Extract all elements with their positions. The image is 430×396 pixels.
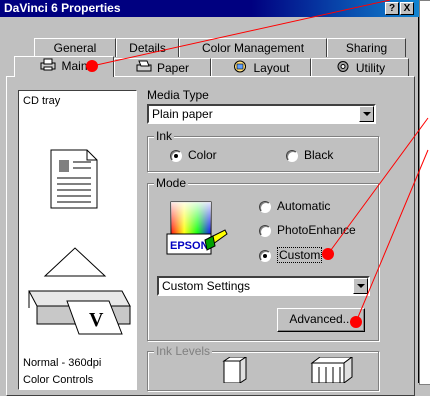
radio-empty-icon — [259, 200, 271, 213]
epson-mode-icon: EPSON — [165, 200, 229, 261]
media-type-value: Plain paper — [152, 107, 213, 121]
media-type-label: Media Type — [147, 88, 209, 102]
media-type-select[interactable]: Plain paper — [147, 104, 376, 124]
radio-empty-icon — [286, 149, 298, 162]
mode-custom-radio[interactable]: Custom — [259, 247, 323, 263]
ink-levels-label: Ink Levels — [154, 344, 213, 358]
annotation-marker-main-tab — [86, 60, 98, 72]
tab-label: Layout — [253, 61, 290, 75]
custom-settings-select[interactable]: Custom Settings — [157, 276, 370, 296]
mode-group-label: Mode — [154, 176, 189, 190]
printer-illustration-icon: V — [27, 246, 132, 341]
preview-title: CD tray — [23, 95, 61, 107]
tab-sharing[interactable]: Sharing — [327, 38, 406, 57]
svg-text:EPSON: EPSON — [170, 240, 209, 252]
black-ink-cartridge-icon — [218, 356, 248, 386]
radio-label: Color — [188, 148, 217, 162]
custom-settings-value: Custom Settings — [162, 279, 251, 293]
mode-automatic-radio[interactable]: Automatic — [259, 200, 330, 213]
tab-label: Color Management — [201, 41, 305, 55]
tab-label: Utility — [355, 61, 386, 75]
tab-details[interactable]: Details — [116, 38, 179, 57]
radio-label: Automatic — [277, 199, 331, 213]
svg-text:V: V — [89, 309, 104, 331]
preview-color-controls: Color Controls — [23, 374, 94, 386]
mode-photoenhance-radio[interactable]: PhotoEnhance — [259, 224, 356, 237]
tab-label: Details — [129, 41, 166, 55]
tab-label: Main — [61, 59, 88, 73]
radio-selected-icon — [170, 149, 182, 162]
tab-utility[interactable]: Utility — [311, 58, 409, 77]
page-preview-icon — [49, 148, 99, 213]
tab-main[interactable]: Main — [14, 56, 114, 77]
tab-color-management[interactable]: Color Management — [179, 38, 327, 57]
tab-label: Sharing — [345, 41, 388, 55]
window-title: DaVinci 6 Properties — [4, 1, 121, 15]
ink-black-radio[interactable]: Black — [286, 149, 333, 162]
preview-quality: Normal - 360dpi — [23, 357, 102, 369]
radio-empty-icon — [259, 224, 271, 237]
help-button[interactable]: ? — [385, 2, 399, 15]
radio-selected-icon — [259, 249, 271, 262]
chevron-down-icon[interactable] — [353, 278, 368, 294]
radio-label: PhotoEnhance — [277, 223, 356, 237]
tab-paper[interactable]: Paper — [114, 58, 211, 77]
color-ink-cartridge-icon — [310, 356, 354, 386]
title-bar: DaVinci 6 Properties ? X — [0, 0, 419, 17]
annotation-marker-custom — [322, 248, 334, 260]
radio-label: Custom — [277, 247, 323, 263]
preview-pane: CD tray V Normal - 360dpi Color Controls — [18, 90, 137, 390]
radio-label: Black — [304, 148, 334, 162]
tab-label: Paper — [156, 61, 190, 75]
close-button[interactable]: X — [400, 2, 414, 15]
ink-color-radio[interactable]: Color — [170, 149, 217, 162]
tab-label: General — [53, 41, 97, 55]
printer-icon — [40, 58, 56, 76]
tab-layout[interactable]: Layout — [211, 58, 311, 77]
chevron-down-icon[interactable] — [359, 106, 374, 122]
tab-general[interactable]: General — [34, 38, 116, 57]
background-window-edge — [419, 0, 430, 385]
ink-group-label: Ink — [154, 129, 175, 143]
annotation-marker-advanced — [350, 316, 362, 328]
